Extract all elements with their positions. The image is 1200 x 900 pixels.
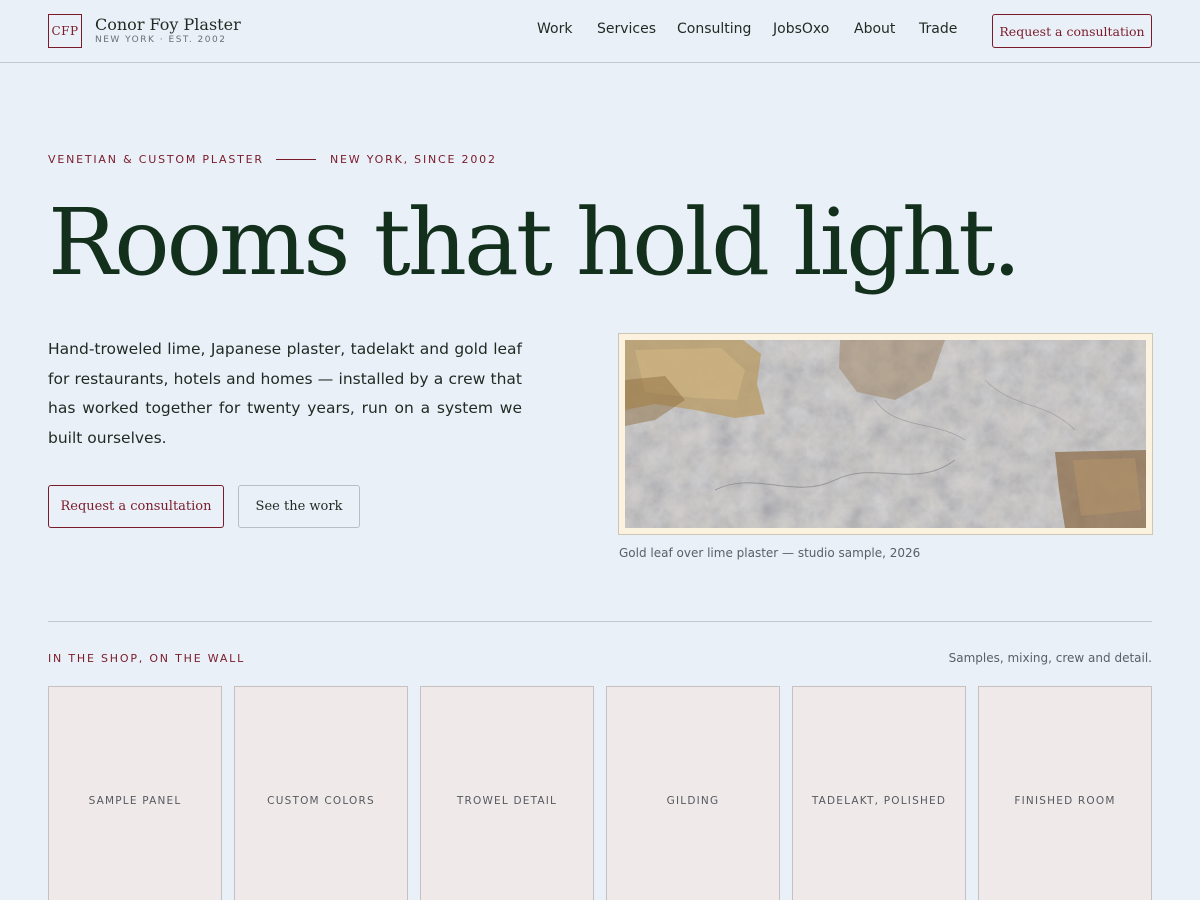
hero-eyebrow-right: NEW YORK, SINCE 2002 [330,153,497,166]
gallery-eyebrow: IN THE SHOP, ON THE WALL [48,652,246,665]
header-consultation-button[interactable]: Request a consultation [992,14,1152,48]
tile-label: TROWEL DETAIL [456,794,558,807]
gallery-tile-finished-room[interactable]: FINISHED ROOM [978,686,1152,900]
gallery-note: Samples, mixing, crew and detail. [948,651,1152,665]
section-divider [48,621,1152,622]
tile-label: CUSTOM COLORS [267,794,375,807]
hero-eyebrow-left: VENETIAN & CUSTOM PLASTER [48,153,264,166]
hero-body: Hand-troweled lime, Japanese plaster, ta… [48,340,522,447]
logo-mark[interactable]: CFP [48,14,82,48]
nav-item-services[interactable]: Services [597,21,656,37]
brand-tagline: NEW YORK · EST. 2002 [95,35,227,45]
nav-item-work[interactable]: Work [537,21,572,37]
eyebrow-divider [276,159,316,160]
gallery-tile-custom-colors[interactable]: CUSTOM COLORS [234,686,408,900]
request-consultation-button[interactable]: Request a consultation [48,485,224,528]
plaster-sample-image [618,333,1153,535]
plaster-texture-image [625,340,1146,528]
nav-item-trade[interactable]: Trade [919,21,957,37]
page: CFP Conor Foy Plaster NEW YORK · EST. 20… [0,0,1200,900]
hero-title: Rooms that hold light. [48,189,1021,296]
tile-label: TADELAKT, POLISHED [811,794,947,807]
tile-label: GILDING [666,794,720,807]
brand-name[interactable]: Conor Foy Plaster [95,15,241,34]
gallery-tile-gilding[interactable]: GILDING [606,686,780,900]
see-the-work-button[interactable]: See the work [238,485,360,528]
site-header: CFP Conor Foy Plaster NEW YORK · EST. 20… [0,0,1200,63]
nav-item-jobsoxo[interactable]: JobsOxo [773,21,829,37]
tile-label: SAMPLE PANEL [88,794,182,807]
tile-label: FINISHED ROOM [1014,794,1116,807]
nav-item-about[interactable]: About [854,21,895,37]
nav-item-consulting[interactable]: Consulting [677,21,751,37]
gallery-tile-tadelakt-polished[interactable]: TADELAKT, POLISHED [792,686,966,900]
image-caption: Gold leaf over lime plaster — studio sam… [619,546,921,560]
gallery-tile-sample-panel[interactable]: SAMPLE PANEL [48,686,222,900]
gallery-tile-trowel-detail[interactable]: TROWEL DETAIL [420,686,594,900]
